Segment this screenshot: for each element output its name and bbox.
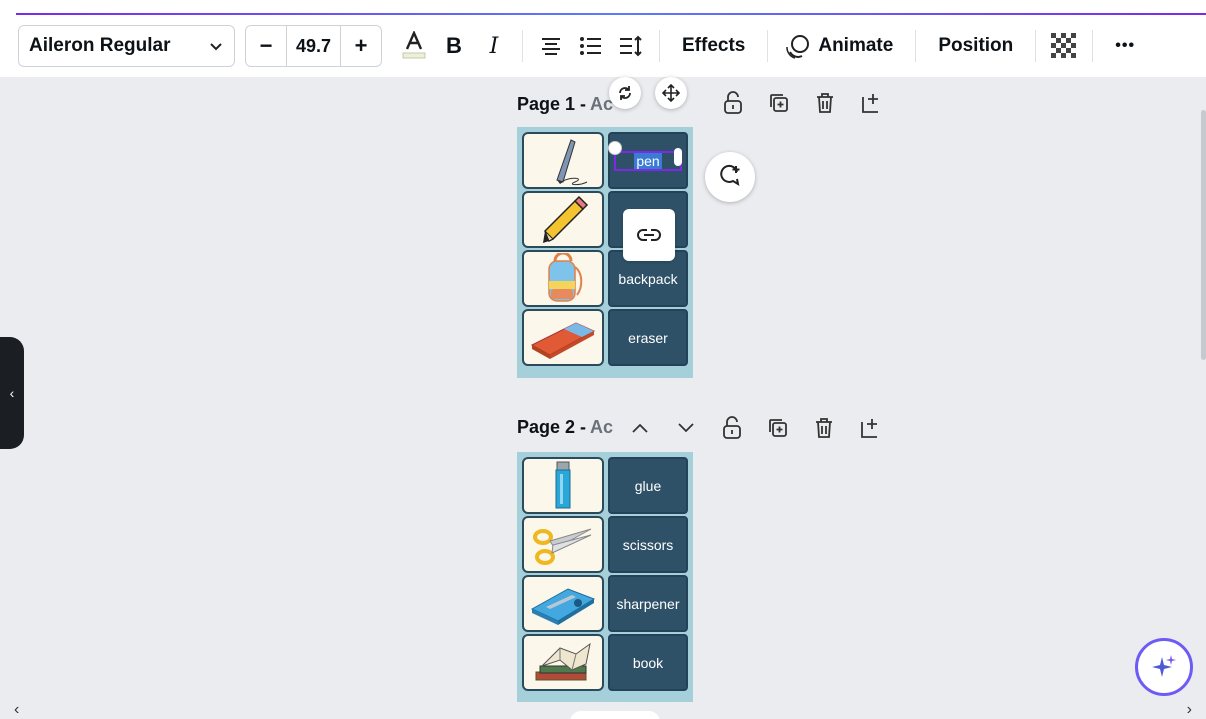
word-label: scissors [622,536,674,553]
page-2-actions [626,414,884,442]
word-label: pen [634,152,662,169]
page-2-title-input[interactable]: Ac [590,417,613,438]
page-2-label: Page 2 - [517,417,587,437]
page-2-header: Page 2 - Ac [517,417,613,438]
animate-label: Animate [818,35,894,56]
resize-handle-right[interactable] [674,148,682,166]
word-label: book [632,654,664,671]
scroll-left-icon[interactable]: ‹ [14,701,19,719]
bullet-list-icon[interactable] [571,26,611,66]
decrease-font-size-button[interactable]: − [246,26,286,66]
sharpener-image[interactable] [522,575,604,632]
pencil-image[interactable] [522,191,604,248]
lock-icon[interactable] [718,414,746,442]
chevron-up-icon[interactable] [626,414,654,442]
page-1-header: Page 1 - Ac [517,94,613,115]
font-size-stepper: − 49.7 + [245,25,382,67]
chevron-down-icon [210,43,222,51]
add-page-icon[interactable] [856,414,884,442]
toolbar-divider [659,30,660,62]
word-label: sharpener [616,595,680,612]
word-label: glue [634,477,662,494]
sharpener-word-card[interactable]: sharpener [608,575,688,632]
backpack-image[interactable] [522,250,604,307]
italic-icon[interactable]: I [474,26,514,66]
duplicate-page-icon[interactable] [764,414,792,442]
collapse-panel-handle[interactable]: ‹ [0,337,24,449]
increase-font-size-button[interactable]: + [341,26,381,66]
card-row: glue [522,457,688,514]
word-label: eraser [628,329,668,346]
delete-page-icon[interactable] [811,89,839,117]
eraser-word-card[interactable]: eraser [608,309,688,366]
magic-assistant-button[interactable] [1135,638,1193,696]
resize-handle-left[interactable] [608,141,622,155]
link-icon[interactable] [623,209,675,261]
line-spacing-icon[interactable] [611,26,651,66]
sparkle-icon [1152,655,1176,677]
page-2-canvas[interactable]: glue scissors sharpener book [517,452,693,702]
toolbar-divider [1035,30,1037,62]
font-family-dropdown[interactable]: Aileron Regular [18,25,235,67]
duplicate-page-icon[interactable] [765,89,793,117]
add-comment-icon[interactable] [705,152,755,202]
glue-word-card[interactable]: glue [608,457,688,514]
animate-button[interactable]: Animate [776,25,907,67]
add-page-icon[interactable] [857,89,885,117]
animate-icon [786,35,810,59]
card-row: eraser [522,309,688,366]
lock-icon[interactable] [719,89,747,117]
more-options-button[interactable]: ••• [1101,25,1149,67]
bold-icon[interactable]: B [434,26,474,66]
card-row: book [522,634,688,691]
card-row: sharpener [522,575,688,632]
selected-text-box[interactable]: pen [614,150,682,171]
toolbar-divider [915,30,917,62]
card-row: scissors [522,516,688,573]
position-button[interactable]: Position [924,25,1027,67]
effects-button[interactable]: Effects [668,25,759,67]
zoom-pill[interactable] [570,711,660,719]
transparency-icon[interactable] [1044,26,1084,66]
toolbar-divider [767,30,769,62]
font-family-label: Aileron Regular [29,35,171,56]
align-center-icon[interactable] [531,26,571,66]
text-color-icon[interactable] [394,26,434,66]
rotate-icon[interactable] [609,77,641,109]
chevron-left-icon: ‹ [9,385,15,401]
font-size-input[interactable]: 49.7 [286,26,341,66]
book-word-card[interactable]: book [608,634,688,691]
toolbar-divider [522,30,523,62]
vertical-scrollbar[interactable] [1201,110,1206,360]
scissors-image[interactable] [522,516,604,573]
eraser-image[interactable] [522,309,604,366]
chevron-down-icon[interactable] [672,414,700,442]
word-label: backpack [618,270,678,287]
scroll-right-icon[interactable]: › [1187,701,1192,719]
pen-image[interactable] [522,132,604,189]
book-image[interactable] [522,634,604,691]
card-row: pen [522,132,688,189]
toolbar-divider [1092,30,1094,62]
pen-word-card[interactable]: pen [608,132,688,189]
glue-image[interactable] [522,457,604,514]
text-toolbar: Aileron Regular − 49.7 + B I Effects Ani… [0,15,1206,77]
page-1-label: Page 1 - [517,94,587,114]
move-icon[interactable] [655,77,687,109]
scissors-word-card[interactable]: scissors [608,516,688,573]
page-1-actions [719,89,885,117]
delete-page-icon[interactable] [810,414,838,442]
top-accent-bar [0,0,1206,15]
